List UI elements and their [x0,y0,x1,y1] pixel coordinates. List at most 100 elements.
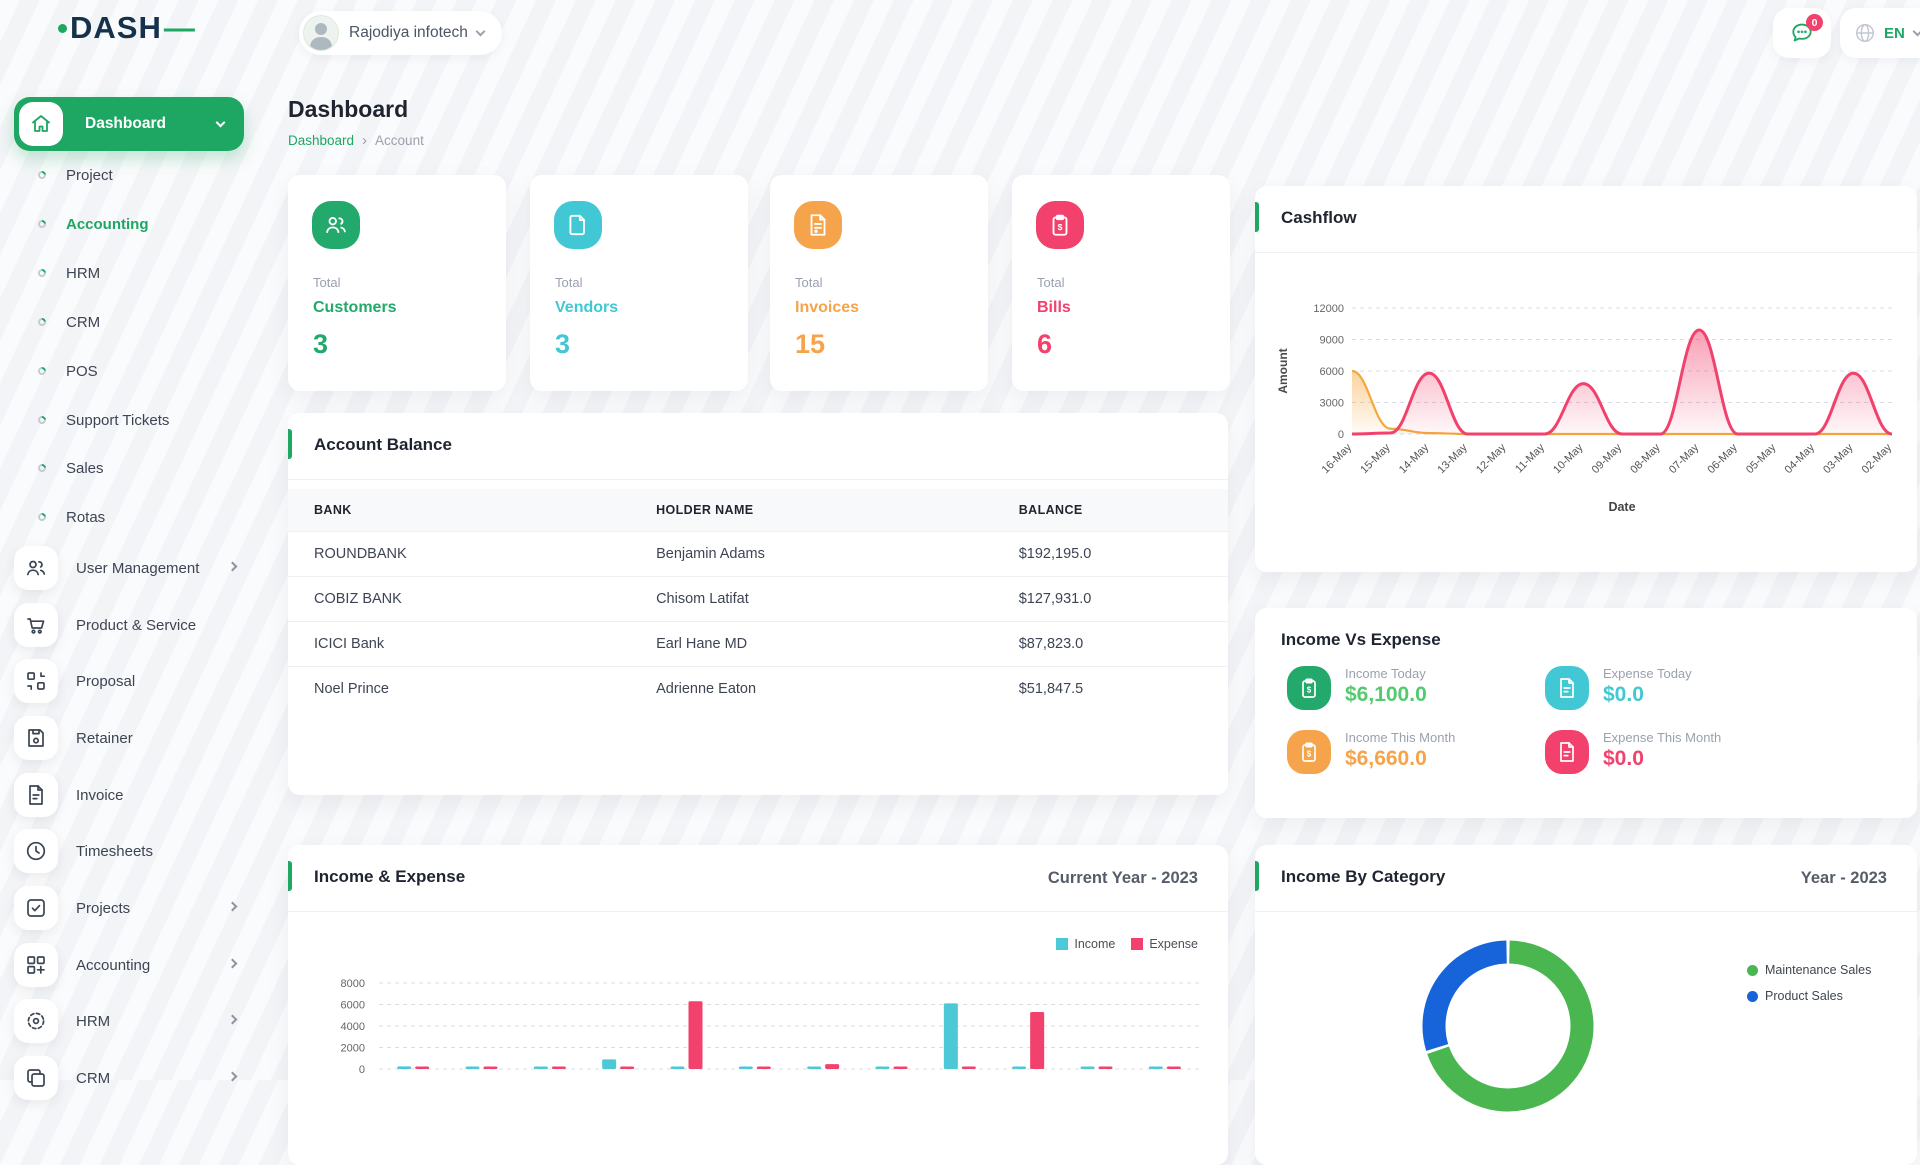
stat-value: 3 [313,329,328,360]
card-accent-bar [1255,202,1259,232]
sidebar-item-label: Projects [76,900,220,917]
logo-dash-icon: — [164,10,193,46]
table-row: Noel PrinceAdrienne Eaton$51,847.5 [288,667,1228,712]
sidebar-subitem-pos[interactable]: POS [14,357,244,385]
sidebar-item-crm[interactable]: CRM [14,1052,250,1104]
metric-label: Income Today [1345,666,1427,681]
legend-swatch [1056,938,1068,950]
table-cell: $51,847.5 [1019,667,1228,712]
expense-icon [1555,740,1579,764]
metric-label: Income This Month [1345,730,1455,745]
chevron-right-icon [228,562,238,572]
svg-text:12000: 12000 [1313,303,1344,315]
sidebar-subitem-hrm[interactable]: HRM [14,259,244,287]
bullet-icon [36,365,47,376]
sidebar-subitem-support-tickets[interactable]: Support Tickets [14,406,244,434]
table-cell: Earl Hane MD [630,622,1019,667]
invoices-icon [805,212,831,238]
app-logo: DASH — [58,10,193,46]
stat-value: 15 [795,329,825,360]
sidebar-subitem-label: CRM [66,314,100,331]
svg-text:$: $ [1058,222,1063,232]
svg-text:6000: 6000 [341,1000,365,1012]
stat-card-invoices: TotalInvoices15 [770,175,988,391]
table-header-cell: HOLDER NAME [630,489,1019,532]
stat-card-customers: TotalCustomers3 [288,175,506,391]
svg-text:0: 0 [359,1064,365,1076]
sidebar-item-timesheets[interactable]: Timesheets [14,825,250,877]
table-row: ICICI BankEarl Hane MD$87,823.0 [288,622,1228,667]
sidebar-item-accounting[interactable]: Accounting [14,939,250,991]
sidebar-subitem-crm[interactable]: CRM [14,308,244,336]
sidebar-item-label: Product & Service [76,617,250,634]
legend-item-maintenance-sales: Maintenance Sales [1747,963,1871,977]
stat-value: 3 [555,329,570,360]
sidebar-subitem-project[interactable]: Project [14,161,244,189]
sidebar-item-retainer[interactable]: Retainer [14,712,250,764]
legend-item-product-sales: Product Sales [1747,989,1843,1003]
sidebar-item-proposal[interactable]: Proposal [14,655,250,707]
chevron-down-icon [216,118,226,128]
stat-label: Bills [1037,299,1071,317]
notifications-button[interactable]: 0 [1773,8,1831,58]
sidebar-subitem-sales[interactable]: Sales [14,454,244,482]
divider [288,911,1228,912]
income-icon: $ [1297,740,1321,764]
svg-text:15-May: 15-May [1358,441,1393,476]
sidebar-item-dashboard[interactable]: Dashboard [14,97,244,151]
sidebar-item-projects[interactable]: Projects [14,882,250,934]
language-code: EN [1884,25,1905,42]
clock-icon [24,839,48,863]
stat-category: Total [555,275,582,290]
sidebar-item-label: Invoice [76,787,250,804]
income-expense-period: Current Year - 2023 [1048,869,1198,888]
metric-value: $0.0 [1603,683,1692,707]
logo-dot-icon [58,24,67,33]
table-cell: $87,823.0 [1019,622,1228,667]
svg-text:03-May: 03-May [1821,441,1856,476]
svg-text:09-May: 09-May [1590,441,1625,476]
sidebar-subitem-accounting[interactable]: Accounting [14,210,244,238]
svg-text:08-May: 08-May [1628,441,1663,476]
bullet-icon [36,414,47,425]
sidebar-item-hrm[interactable]: HRM [14,995,250,1047]
svg-text:$: $ [1307,685,1312,694]
legend-swatch [1747,991,1758,1002]
income-vs-expense-card: Income Vs Expense $Income Today$6,100.0E… [1255,608,1917,818]
retainer-icon [24,726,48,750]
table-row: ROUNDBANKBenjamin Adams$192,195.0 [288,532,1228,577]
sidebar-item-invoice[interactable]: Invoice [14,769,250,821]
table-header-cell: BANK [288,489,630,532]
globe-icon [1854,22,1876,44]
svg-text:02-May: 02-May [1860,441,1895,476]
sidebar-subitem-label: POS [66,363,98,380]
sidebar-item-user-management[interactable]: User Management [14,542,250,594]
workspace-dropdown[interactable]: Rajodiya infotech [299,11,502,55]
table-cell: $127,931.0 [1019,577,1228,622]
table-cell: Benjamin Adams [630,532,1019,577]
avatar [303,15,339,51]
svg-text:05-May: 05-May [1744,441,1779,476]
svg-text:13-May: 13-May [1435,441,1470,476]
chevron-down-icon [1912,27,1920,37]
metric-value: $0.0 [1603,747,1721,771]
logo-text: DASH [70,10,162,46]
svg-text:12-May: 12-May [1474,441,1509,476]
account-balance-title: Account Balance [314,435,452,455]
svg-text:0: 0 [1338,429,1344,441]
customers-icon [323,212,349,238]
income-by-category-period: Year - 2023 [1801,869,1887,888]
bullet-icon [36,169,47,180]
account-balance-table: BANKHOLDER NAMEBALANCE ROUNDBANKBenjamin… [288,489,1228,711]
hrm-icon [24,1009,48,1033]
language-dropdown[interactable]: EN [1840,8,1920,58]
sidebar-item-product-service[interactable]: Product & Service [14,599,250,651]
sidebar-item-label: Timesheets [76,843,250,860]
stat-card-vendors: TotalVendors3 [530,175,748,391]
proposal-icon [24,669,48,693]
sidebar-subitem-rotas[interactable]: Rotas [14,503,244,531]
breadcrumb-dashboard-link[interactable]: Dashboard [288,133,354,148]
stat-label: Invoices [795,299,859,317]
card-accent-bar [1255,861,1259,891]
sidebar-item-label: HRM [76,1013,220,1030]
